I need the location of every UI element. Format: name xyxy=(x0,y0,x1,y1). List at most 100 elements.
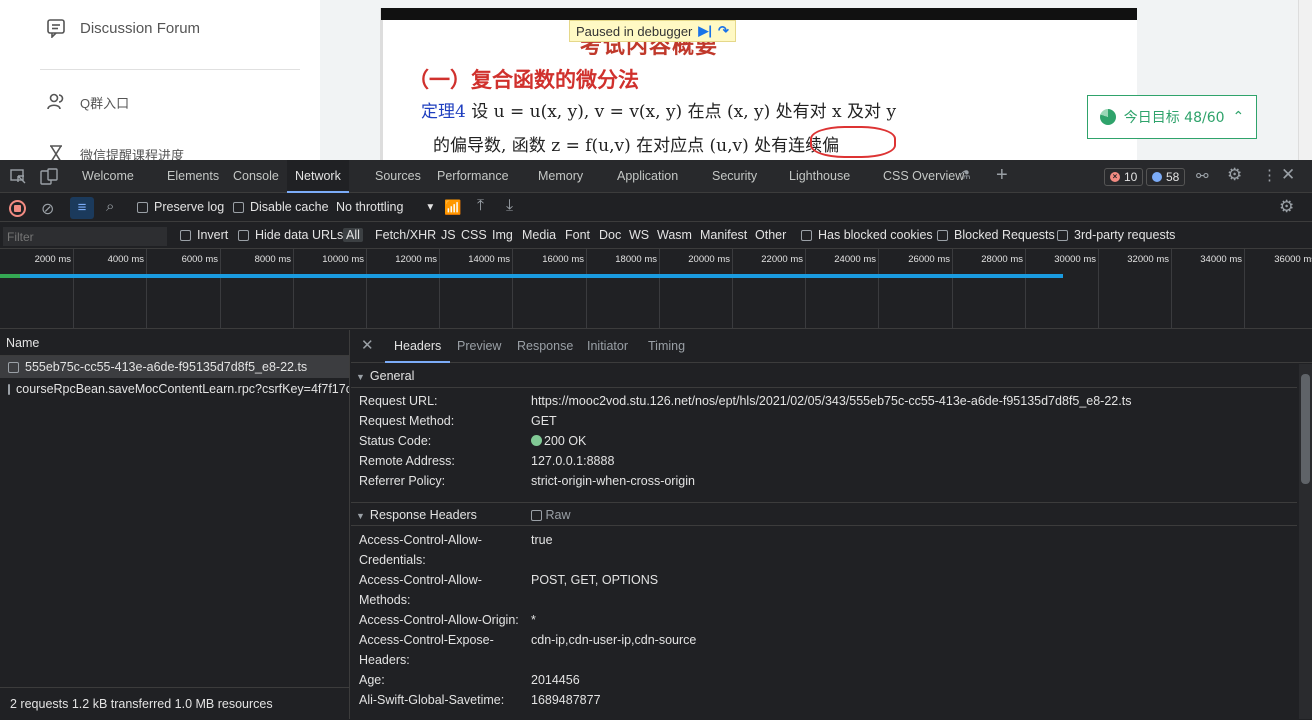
tab-css-overview[interactable]: CSS Overview xyxy=(875,160,972,193)
invert-checkbox[interactable]: Invert xyxy=(180,228,228,242)
tab-network[interactable]: Network xyxy=(287,160,349,193)
search-icon[interactable]: ⌕ xyxy=(106,198,114,215)
header-key: Access-Control-Expose- xyxy=(359,633,494,647)
close-details-icon[interactable]: ✕ xyxy=(361,336,374,354)
tab-console[interactable]: Console xyxy=(225,160,287,193)
raw-toggle[interactable]: Raw xyxy=(531,503,571,527)
checkbox[interactable] xyxy=(238,229,249,241)
filter-type-ws[interactable]: WS xyxy=(629,228,649,242)
flask-icon: ⚗ xyxy=(960,168,971,182)
upload-icon[interactable]: ⤒ xyxy=(477,197,484,215)
tab-response[interactable]: Response xyxy=(508,330,582,363)
request-list: Name 555eb75c-cc55-413e-a6de-f95135d7d8f… xyxy=(0,330,350,719)
header-value: GET xyxy=(531,414,557,428)
filter-type-js[interactable]: JS xyxy=(441,228,456,242)
tab-elements[interactable]: Elements xyxy=(159,160,227,193)
name-column-header[interactable]: Name xyxy=(0,330,349,356)
header-key-cont: Methods: xyxy=(359,593,411,607)
tab-application[interactable]: Application xyxy=(609,160,686,193)
error-count: 10 xyxy=(1124,170,1138,184)
disable-cache-checkbox[interactable]: Disable cache xyxy=(233,200,329,214)
clear-icon[interactable]: ⊘ xyxy=(41,199,54,219)
request-row[interactable]: courseRpcBean.saveMocContentLearn.rpc?cs… xyxy=(0,378,349,400)
page-scrollbar[interactable] xyxy=(1298,0,1312,160)
filter-input[interactable] xyxy=(3,227,167,246)
nav-item-qq[interactable]: Q群入口 xyxy=(46,92,129,112)
hide-data-urls-checkbox[interactable]: Hide data URLs xyxy=(238,228,343,242)
step-over-icon[interactable]: ↷ xyxy=(718,23,729,39)
checkbox[interactable] xyxy=(531,510,542,522)
tab-security[interactable]: Security xyxy=(704,160,765,193)
nav-label-qq: Q群入口 xyxy=(80,95,130,111)
details-scrollbar[interactable] xyxy=(1299,364,1312,719)
checkbox[interactable] xyxy=(180,229,191,241)
header-key: Access-Control-Allow-Origin: xyxy=(359,613,519,627)
nav-item-forum[interactable]: Discussion Forum xyxy=(46,18,200,38)
filter-type-all[interactable]: All xyxy=(343,228,363,242)
device-toolbar-icon[interactable] xyxy=(40,168,58,186)
filter-type-doc[interactable]: Doc xyxy=(599,228,621,242)
filter-icon[interactable]: ≡ xyxy=(70,197,94,219)
tab-timing[interactable]: Timing xyxy=(639,330,694,363)
tab-headers[interactable]: Headers xyxy=(385,330,451,363)
network-overview-timeline[interactable]: 2000 ms 4000 ms 6000 ms 8000 ms 10000 ms 1200… xyxy=(0,249,1312,329)
filter-type-manifest[interactable]: Manifest xyxy=(700,228,747,242)
blocked-requests-checkbox[interactable]: Blocked Requests xyxy=(937,228,1055,242)
timeline-tick-label: 22000 ms xyxy=(761,254,803,265)
settings-icon[interactable]: ⚙ xyxy=(1227,165,1242,185)
tab-initiator[interactable]: Initiator xyxy=(578,330,637,363)
resume-icon[interactable]: ▶| xyxy=(698,23,712,39)
tab-lighthouse[interactable]: Lighthouse xyxy=(781,160,858,193)
preserve-log-checkbox[interactable]: Preserve log xyxy=(137,200,224,214)
error-count-badge[interactable]: × 10 xyxy=(1104,168,1144,186)
checkbox[interactable] xyxy=(1057,229,1068,241)
slide-line-1: 定理4 设 u = u(x, y), v = v(x, y) 在点 (x, y)… xyxy=(421,97,896,122)
tab-performance[interactable]: Performance xyxy=(429,160,517,193)
third-party-checkbox[interactable]: 3rd-party requests xyxy=(1057,228,1175,242)
throttling-select[interactable]: No throttling ▼ xyxy=(336,200,435,214)
header-key: Access-Control-Allow- xyxy=(359,573,482,587)
tab-welcome[interactable]: Welcome xyxy=(74,160,142,193)
header-value: 1689487877 xyxy=(531,693,601,707)
checkbox[interactable] xyxy=(801,229,812,241)
filter-type-font[interactable]: Font xyxy=(565,228,590,242)
devtools-tabbar: Welcome Elements Console Network Sources… xyxy=(0,160,1312,193)
add-tab-icon[interactable]: + xyxy=(996,164,1008,187)
filter-type-css[interactable]: CSS xyxy=(461,228,487,242)
page-gutter xyxy=(320,0,376,160)
record-icon[interactable] xyxy=(9,200,26,217)
connect-icon[interactable]: ⚯ xyxy=(1196,167,1209,185)
checkbox[interactable] xyxy=(137,201,148,213)
network-settings-icon[interactable]: ⚙ xyxy=(1279,197,1294,217)
download-icon[interactable]: ⤓ xyxy=(506,197,513,215)
nav-item-wechat[interactable]: 微信提醒课程进度 xyxy=(46,144,184,160)
checkbox[interactable] xyxy=(233,201,244,213)
more-menu-icon[interactable]: ⋮ xyxy=(1262,166,1277,184)
header-value: true xyxy=(531,533,553,547)
tab-preview[interactable]: Preview xyxy=(448,330,510,363)
filter-type-other[interactable]: Other xyxy=(755,228,786,242)
filter-type-img[interactable]: Img xyxy=(492,228,513,242)
network-conditions-icon[interactable]: 📶 xyxy=(444,199,461,216)
request-row[interactable]: 555eb75c-cc55-413e-a6de-f95135d7d8f5_e8-… xyxy=(0,356,349,378)
filter-type-wasm[interactable]: Wasm xyxy=(657,228,692,242)
header-value: POST, GET, OPTIONS xyxy=(531,573,659,587)
filter-type-media[interactable]: Media xyxy=(522,228,556,242)
blocked-cookies-checkbox[interactable]: Has blocked cookies xyxy=(801,228,933,242)
third-party-label: 3rd-party requests xyxy=(1074,228,1176,242)
response-headers-section-header[interactable]: ▼ Response Headers Raw xyxy=(351,502,1297,526)
network-toolbar: ⊘ ≡ ⌕ Preserve log Disable cache No thro… xyxy=(0,194,1312,222)
tab-sources[interactable]: Sources xyxy=(367,160,429,193)
filter-type-fetch[interactable]: Fetch/XHR xyxy=(375,228,436,242)
checkbox[interactable] xyxy=(937,229,948,241)
general-section-header[interactable]: ▼ General xyxy=(351,364,1297,388)
nav-label-forum: Discussion Forum xyxy=(80,19,201,37)
scrollbar-thumb[interactable] xyxy=(1301,374,1310,484)
message-count-badge[interactable]: 58 xyxy=(1146,168,1186,186)
tab-memory[interactable]: Memory xyxy=(530,160,591,193)
close-devtools-icon[interactable]: ✕ xyxy=(1281,165,1295,185)
header-key: Age: xyxy=(359,673,385,687)
debugger-label: Paused in debugger xyxy=(576,23,693,39)
inspect-element-icon[interactable] xyxy=(9,168,27,186)
daily-goal-button[interactable]: 今日目标 48/60 ⌃ xyxy=(1087,95,1257,139)
